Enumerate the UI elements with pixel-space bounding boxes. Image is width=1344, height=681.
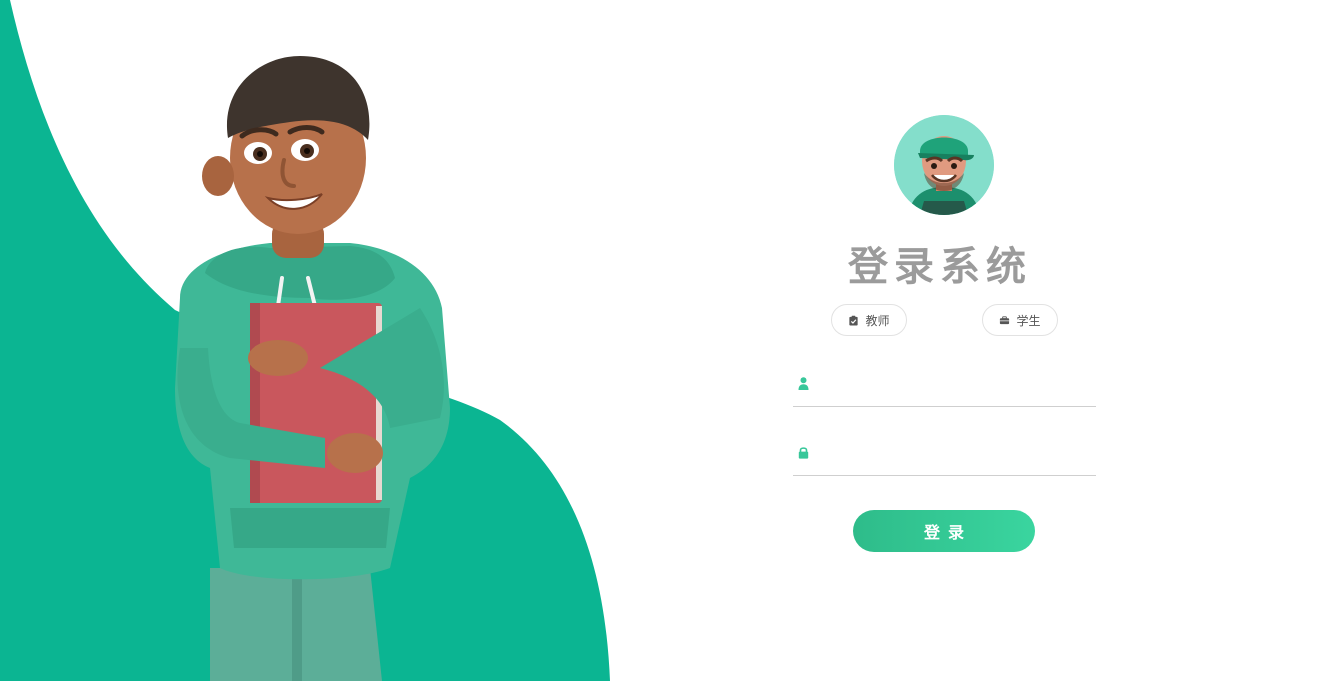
role-student-button[interactable]: 学生 bbox=[982, 304, 1058, 336]
role-teacher-button[interactable]: 教师 bbox=[831, 304, 907, 336]
password-input[interactable] bbox=[819, 439, 1093, 471]
avatar-icon bbox=[894, 115, 994, 215]
password-field bbox=[793, 435, 1096, 476]
avatar bbox=[894, 115, 994, 215]
student-illustration bbox=[175, 56, 450, 681]
username-field bbox=[793, 366, 1096, 407]
clipboard-icon bbox=[849, 315, 859, 326]
role-student-label: 学生 bbox=[1016, 313, 1041, 328]
lock-icon bbox=[798, 447, 809, 459]
user-icon bbox=[798, 377, 809, 390]
role-teacher-label: 教师 bbox=[865, 313, 890, 328]
username-input[interactable] bbox=[819, 370, 1093, 402]
briefcase-icon bbox=[1000, 315, 1010, 324]
login-button[interactable]: 登录 bbox=[853, 510, 1035, 552]
page-title: 登录系统 bbox=[848, 244, 1032, 290]
login-panel: 登录系统 教师 学生 登录 bbox=[790, 112, 1100, 572]
